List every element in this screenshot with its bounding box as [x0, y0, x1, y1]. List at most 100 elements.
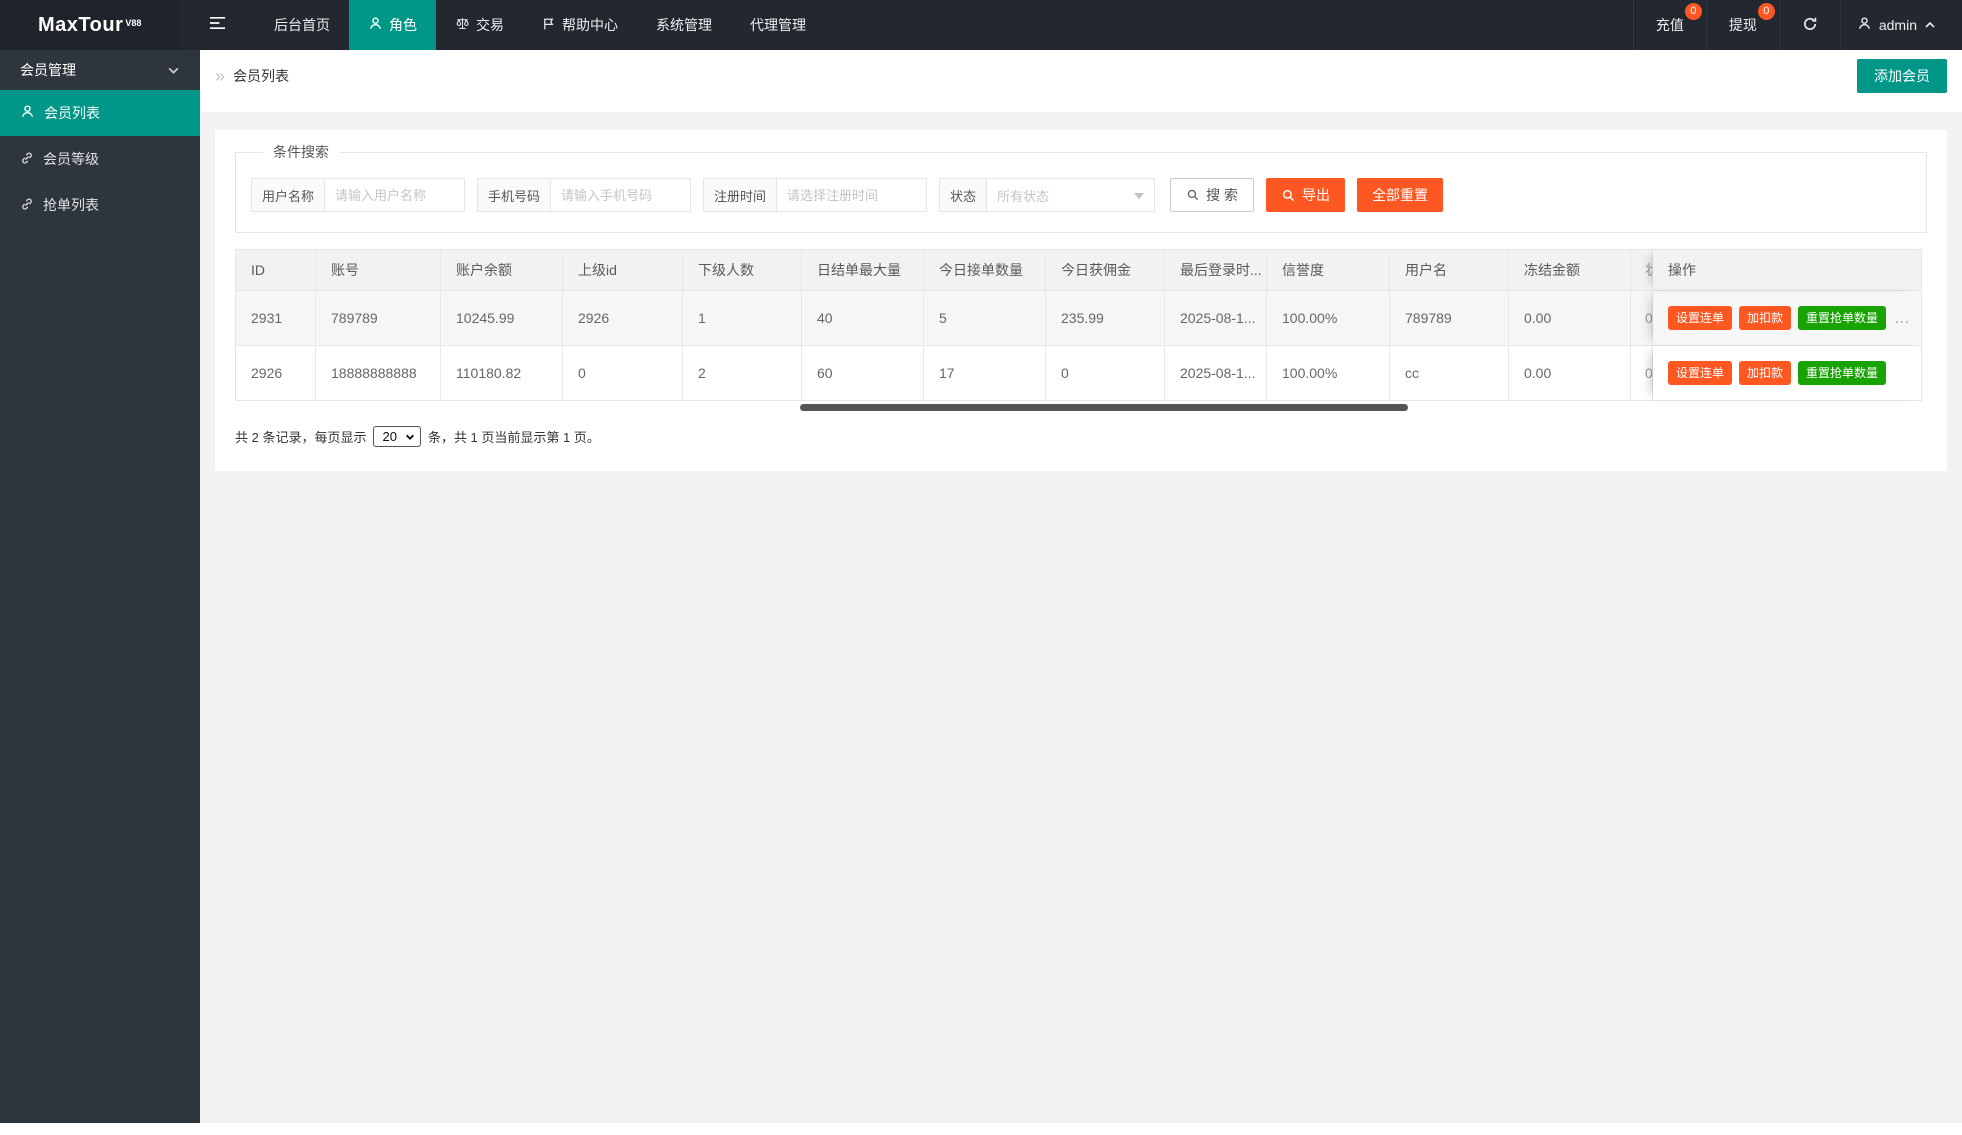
column-header-6: 今日接单数量 [924, 250, 1046, 290]
reset-grab-count-button[interactable]: 重置抢单数量 [1798, 306, 1886, 330]
table-cell: 0.00 [1509, 346, 1631, 400]
double-chevron-icon: » [215, 67, 225, 85]
recharge-button[interactable]: 充值 0 [1633, 0, 1706, 50]
table-cell: 10245.99 [441, 291, 563, 345]
search-panel-legend: 条件搜索 [263, 142, 339, 162]
nav-tab-dashboard[interactable]: 后台首页 [255, 0, 349, 50]
top-navbar: MaxTour V88 后台首页 角色 交易 帮助中心 系统管理 代理管理 充值 [0, 0, 1962, 50]
person-icon [368, 16, 383, 34]
username-input[interactable] [325, 178, 465, 212]
table-cell: 60 [802, 346, 924, 400]
table-cell-clipped: 0 [1631, 291, 1653, 345]
status-select[interactable]: 所有状态 [987, 178, 1155, 212]
nav-tab-label: 角色 [389, 15, 417, 35]
table-row: 293178978910245.9929261405235.992025-08-… [236, 290, 1921, 345]
table-cell: 2926 [563, 291, 683, 345]
export-button-label: 导出 [1302, 185, 1330, 205]
column-header-clipped: 状态 [1631, 250, 1653, 290]
app-logo-text: MaxTour [38, 14, 123, 37]
page-size-select[interactable]: 20 [373, 426, 420, 447]
more-actions-button[interactable]: ... [1895, 310, 1910, 326]
flag-icon [542, 17, 556, 34]
menu-toggle-button[interactable] [180, 0, 255, 50]
search-icon [1186, 188, 1200, 202]
nav-tab-system-management[interactable]: 系统管理 [637, 0, 731, 50]
table-cell: 110180.82 [441, 346, 563, 400]
table-cell: 0 [1046, 346, 1165, 400]
user-menu[interactable]: admin [1840, 0, 1962, 50]
status-select-value: 所有状态 [997, 186, 1049, 205]
set-chain-button[interactable]: 设置连单 [1668, 361, 1732, 385]
chevron-down-icon [167, 64, 180, 77]
content-card: 条件搜索 用户名称 手机号码 注册时间 状态 所有状态 [215, 130, 1947, 471]
table-cell: 100.00% [1267, 291, 1390, 345]
sidebar-item-member-levels[interactable]: 会员等级 [0, 136, 200, 182]
set-chain-button[interactable]: 设置连单 [1668, 306, 1732, 330]
reset-grab-count-button[interactable]: 重置抢单数量 [1798, 361, 1886, 385]
column-header-4: 下级人数 [683, 250, 802, 290]
actions-cell: 设置连单加扣款重置抢单数量... [1653, 291, 1923, 345]
chevron-down-icon [405, 432, 415, 442]
register-time-field-label: 注册时间 [703, 178, 777, 212]
bottom-scrollbar-track[interactable] [0, 1123, 1962, 1135]
column-header-10: 用户名 [1390, 250, 1509, 290]
nav-tab-help-center[interactable]: 帮助中心 [523, 0, 637, 50]
add-deduct-button[interactable]: 加扣款 [1739, 306, 1791, 330]
pagination-footer: 共 2 条记录，每页显示 20 条，共 1 页当前显示第 1 页。 [235, 426, 1927, 447]
horizontal-scrollbar-thumb[interactable] [800, 404, 1408, 411]
app-logo-version: V88 [125, 18, 141, 28]
breadcrumb: » 会员列表 [215, 59, 289, 93]
phone-field-label: 手机号码 [477, 178, 551, 212]
sidebar-item-grab-order-list[interactable]: 抢单列表 [0, 182, 200, 228]
hamburger-icon [209, 16, 226, 35]
reset-all-button[interactable]: 全部重置 [1357, 178, 1443, 212]
table-cell: 1 [683, 291, 802, 345]
phone-field-group: 手机号码 [477, 178, 691, 212]
sidebar-item-label: 会员等级 [43, 149, 99, 169]
export-button[interactable]: 导出 [1266, 178, 1345, 212]
search-icon [1281, 188, 1296, 203]
sidebar-item-label: 会员列表 [44, 103, 100, 123]
column-header-9: 信誉度 [1267, 250, 1390, 290]
table-cell: 17 [924, 346, 1046, 400]
chevron-up-icon [1924, 19, 1936, 31]
nav-tab-roles[interactable]: 角色 [349, 0, 436, 50]
search-button[interactable]: 搜 索 [1170, 178, 1254, 212]
username-label: admin [1879, 17, 1917, 33]
register-time-input[interactable] [777, 178, 927, 212]
dropdown-triangle-icon [1134, 193, 1144, 204]
sidebar-item-member-list[interactable]: 会员列表 [0, 90, 200, 136]
nav-tab-agent-management[interactable]: 代理管理 [731, 0, 825, 50]
sidebar: 会员管理 会员列表 会员等级 抢单列表 [0, 50, 200, 1123]
phone-input[interactable] [551, 178, 691, 212]
refresh-icon [1802, 16, 1818, 35]
nav-tab-label: 后台首页 [274, 15, 330, 35]
table-cell: 2926 [236, 346, 316, 400]
table-cell: 2025-08-1... [1165, 291, 1267, 345]
sidebar-group-member-management[interactable]: 会员管理 [0, 50, 200, 90]
column-header-8: 最后登录时... [1165, 250, 1267, 290]
add-deduct-button[interactable]: 加扣款 [1739, 361, 1791, 385]
table-cell: 235.99 [1046, 291, 1165, 345]
nav-tab-transactions[interactable]: 交易 [436, 0, 523, 50]
navbar-right: 充值 0 提现 0 admin [1633, 0, 1962, 50]
status-field-label: 状态 [939, 178, 987, 212]
search-button-label: 搜 索 [1206, 185, 1238, 205]
column-header-7: 今日获佣金 [1046, 250, 1165, 290]
column-header-2: 账户余额 [441, 250, 563, 290]
link-icon [20, 197, 34, 214]
withdraw-badge: 0 [1758, 3, 1775, 20]
table-cell: 18888888888 [316, 346, 441, 400]
table-cell: 2025-08-1... [1165, 346, 1267, 400]
link-icon [20, 151, 34, 168]
add-member-button[interactable]: 添加会员 [1857, 59, 1947, 93]
table-cell: cc [1390, 346, 1509, 400]
nav-tab-label: 帮助中心 [562, 15, 618, 35]
table-cell: 2 [683, 346, 802, 400]
member-table: ID账号账户余额上级id下级人数日结单最大量今日接单数量今日获佣金最后登录时..… [235, 249, 1922, 401]
refresh-button[interactable] [1779, 0, 1840, 50]
pagination-prefix: 共 2 条记录，每页显示 [235, 427, 366, 446]
register-time-field-group: 注册时间 [703, 178, 927, 212]
withdraw-button[interactable]: 提现 0 [1706, 0, 1779, 50]
table-cell: 100.00% [1267, 346, 1390, 400]
